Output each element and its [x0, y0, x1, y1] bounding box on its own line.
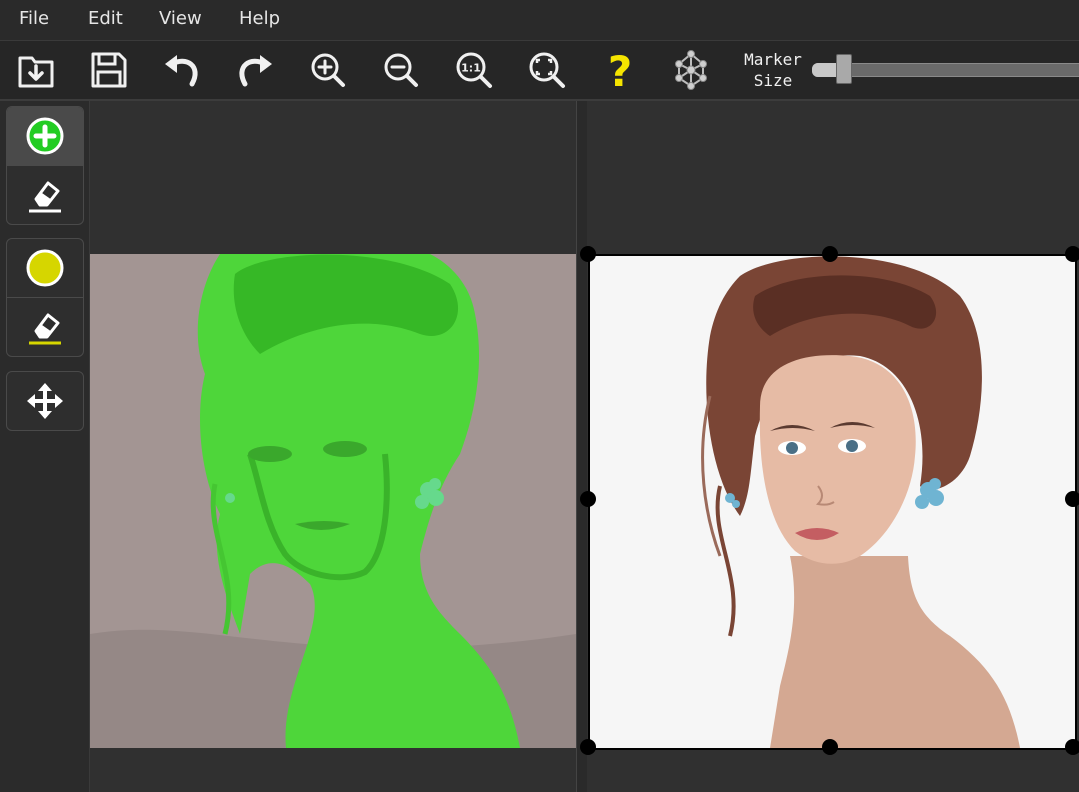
add-foreground-icon — [26, 117, 64, 155]
zoom-out-button[interactable] — [378, 47, 424, 93]
move-icon — [27, 383, 63, 419]
save-icon — [91, 52, 127, 88]
help-button[interactable]: ? — [597, 47, 643, 93]
tool-panel — [0, 101, 90, 792]
zoom-in-icon — [311, 53, 345, 87]
help-icon: ? — [608, 50, 632, 90]
resize-handle-left[interactable] — [580, 491, 596, 507]
erase-background-tool[interactable] — [7, 297, 83, 356]
eraser-icon — [29, 313, 61, 345]
result-cutout-image[interactable] — [588, 254, 1077, 750]
menu-view[interactable]: View — [159, 8, 202, 29]
resize-handle-bottom-left[interactable] — [580, 739, 596, 755]
resize-handle-bottom[interactable] — [822, 739, 838, 755]
foreground-tool-group — [6, 106, 84, 225]
network-button[interactable] — [668, 47, 714, 93]
undo-icon — [165, 55, 198, 87]
menu-bar: File Edit View Help — [0, 0, 1079, 41]
open-button[interactable] — [13, 47, 59, 93]
masked-portrait-image — [90, 254, 576, 748]
marker-size-slider[interactable] — [812, 63, 1079, 77]
redo-icon — [239, 55, 272, 87]
menu-file[interactable]: File — [19, 8, 49, 29]
network-icon — [675, 50, 707, 90]
redo-button[interactable] — [232, 47, 278, 93]
resize-handle-top-right[interactable] — [1065, 246, 1079, 262]
zoom-fit-button[interactable] — [524, 47, 570, 93]
zoom-out-icon — [384, 53, 418, 87]
add-background-tool[interactable] — [7, 239, 83, 297]
move-tool-group — [6, 371, 84, 431]
source-image-masked[interactable] — [90, 254, 576, 748]
resize-handle-bottom-right[interactable] — [1065, 739, 1079, 755]
background-tool-group — [6, 238, 84, 357]
zoom-ratio-label: 1:1 — [461, 62, 481, 75]
menu-help[interactable]: Help — [239, 8, 280, 29]
resize-handle-top-left[interactable] — [580, 246, 596, 262]
marker-size-slider-thumb[interactable] — [836, 54, 852, 84]
undo-button[interactable] — [159, 47, 205, 93]
move-tool[interactable] — [7, 372, 83, 430]
zoom-fit-icon — [529, 52, 565, 88]
add-foreground-tool[interactable] — [7, 107, 83, 165]
save-button[interactable] — [86, 47, 132, 93]
open-folder-icon — [18, 56, 54, 88]
zoom-actual-size-button[interactable]: 1:1 — [451, 47, 497, 93]
add-background-icon — [26, 249, 64, 287]
erase-foreground-tool[interactable] — [7, 165, 83, 224]
zoom-in-button[interactable] — [305, 47, 351, 93]
svg-text:?: ? — [608, 50, 632, 90]
menu-edit[interactable]: Edit — [88, 8, 123, 29]
resize-handle-right[interactable] — [1065, 491, 1079, 507]
cutout-portrait-image — [590, 256, 1075, 748]
eraser-icon — [29, 181, 61, 213]
zoom-actual-size-icon: 1:1 — [456, 52, 492, 88]
marker-size-label: Marker Size — [744, 50, 802, 90]
resize-handle-top[interactable] — [822, 246, 838, 262]
